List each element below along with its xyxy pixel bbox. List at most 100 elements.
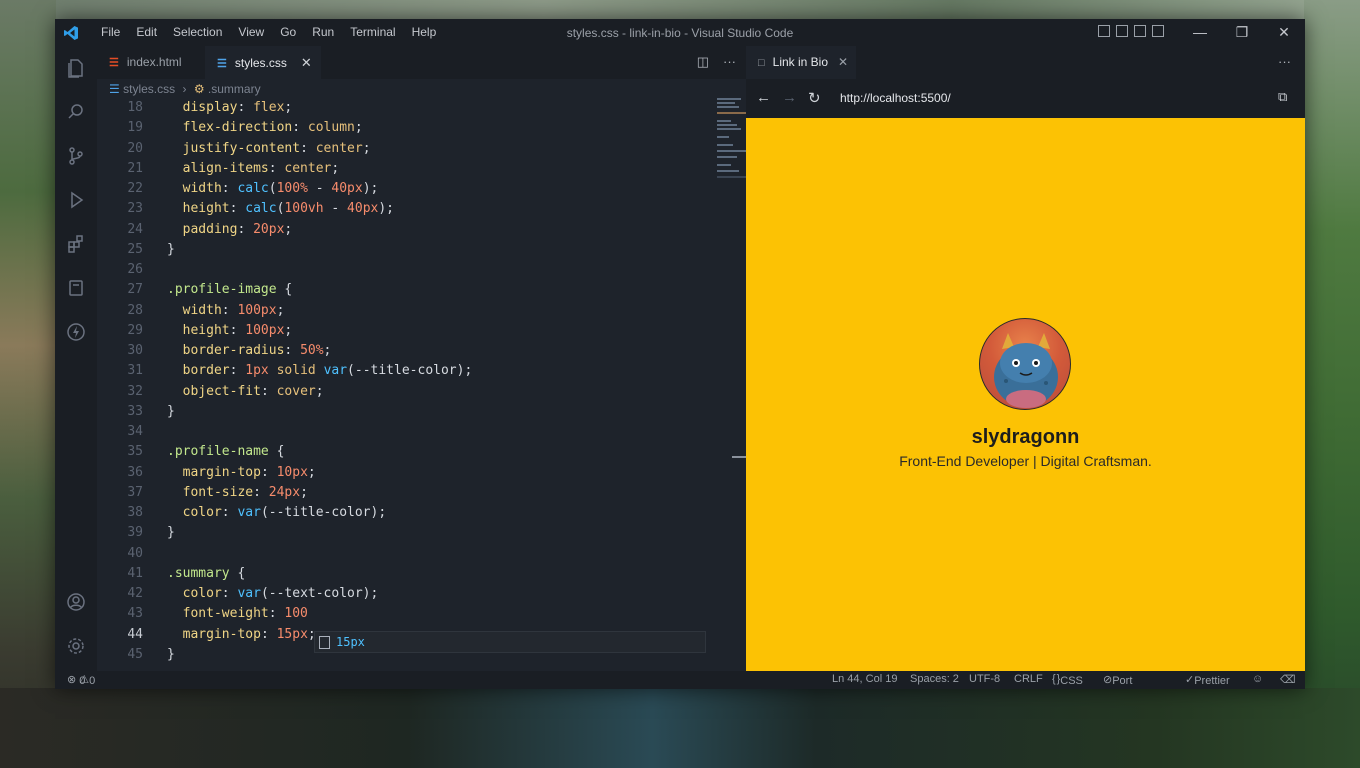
- line-number: 20: [127, 140, 143, 156]
- customize-layout-icon[interactable]: [1152, 25, 1164, 37]
- code-text: }: [167, 646, 175, 662]
- encoding[interactable]: UTF-8: [969, 673, 1000, 685]
- menu-selection[interactable]: Selection: [165, 25, 230, 39]
- close-tab-icon[interactable]: ✕: [301, 55, 312, 70]
- menu-edit[interactable]: Edit: [128, 25, 165, 39]
- minimize-button[interactable]: —: [1180, 19, 1220, 46]
- source-control-icon[interactable]: [66, 146, 86, 166]
- menu-go[interactable]: Go: [272, 25, 304, 39]
- code-line[interactable]: 36 margin-top: 10px;: [97, 463, 677, 483]
- language-mode[interactable]: { } CSS: [1052, 673, 1083, 687]
- code-line[interactable]: 34: [97, 422, 677, 442]
- code-line[interactable]: 37 font-size: 24px;: [97, 483, 677, 503]
- line-number: 35: [127, 444, 143, 460]
- code-line[interactable]: 39}: [97, 523, 677, 543]
- open-in-browser-icon[interactable]: ⧉: [1278, 89, 1287, 105]
- search-icon[interactable]: [66, 102, 86, 122]
- editor-actions: ◫ ···: [697, 54, 736, 70]
- code-line[interactable]: 30 border-radius: 50%;: [97, 341, 677, 361]
- menu-view[interactable]: View: [230, 25, 272, 39]
- back-arrow-icon[interactable]: ←: [756, 89, 771, 106]
- breadcrumb-file[interactable]: styles.css: [123, 82, 175, 96]
- menu-run[interactable]: Run: [304, 25, 342, 39]
- code-line[interactable]: 42 color: var(--text-color);: [97, 584, 677, 604]
- settings-gear-icon[interactable]: [66, 636, 86, 656]
- code-line[interactable]: 33}: [97, 402, 677, 422]
- line-number: 34: [127, 424, 143, 439]
- reload-icon[interactable]: ↻: [808, 89, 821, 107]
- code-line[interactable]: 35 .profile-name {: [97, 442, 677, 462]
- close-button[interactable]: ✕: [1264, 19, 1304, 46]
- menu-terminal[interactable]: Terminal: [342, 25, 403, 39]
- line-number: 39: [127, 525, 143, 541]
- feedback-icon[interactable]: ☺: [1252, 673, 1263, 685]
- code-line[interactable]: 24 padding: 20px;: [97, 220, 677, 240]
- menu-file[interactable]: File: [93, 25, 128, 39]
- line-number: 31: [127, 363, 143, 379]
- notifications-bell-icon[interactable]: ⌫: [1280, 673, 1296, 686]
- line-number: 28: [127, 302, 143, 318]
- line-number: 27: [127, 282, 143, 298]
- code-text: .profile-name {: [167, 444, 285, 460]
- code-text: margin-top: 10px;: [182, 464, 316, 480]
- indentation[interactable]: Spaces: 2: [910, 673, 959, 685]
- toggle-secondary-sidebar-icon[interactable]: [1134, 25, 1146, 37]
- forward-arrow-icon[interactable]: →: [782, 89, 797, 106]
- run-debug-icon[interactable]: [66, 190, 86, 210]
- menu-help[interactable]: Help: [404, 25, 445, 39]
- code-text: }: [167, 241, 175, 257]
- split-editor-icon[interactable]: ◫: [697, 54, 709, 70]
- tab-link-in-bio[interactable]: □ Link in Bio ✕: [746, 46, 856, 79]
- problems-indicator[interactable]: ⊗ 0 ⚠ 0: [67, 673, 95, 687]
- restore-button[interactable]: ❐: [1222, 19, 1262, 46]
- breadcrumb: ☰ styles.css › ⚙ .summary: [109, 82, 261, 96]
- code-line[interactable]: 43 font-weight: 100: [97, 604, 677, 624]
- breadcrumb-symbol[interactable]: .summary: [208, 82, 261, 96]
- prettier-label: Prettier: [1194, 675, 1230, 687]
- code-line[interactable]: 22 width: calc(100% - 40px);: [97, 179, 677, 199]
- code-line[interactable]: 19 flex-direction: column;: [97, 118, 677, 138]
- code-line[interactable]: 18 display: flex;: [97, 98, 677, 118]
- more-actions-icon[interactable]: ···: [1278, 54, 1291, 69]
- live-server-port[interactable]: ⊘ Port : 5500: [1103, 673, 1132, 689]
- wallpaper-right: [1304, 0, 1360, 768]
- tab-label: styles.css: [234, 56, 287, 70]
- code-line[interactable]: 21 align-items: center;: [97, 159, 677, 179]
- remote-explorer-icon[interactable]: [66, 278, 86, 298]
- code-editor[interactable]: 18 display: flex; 19 flex-direction: colu…: [97, 98, 677, 668]
- code-line[interactable]: 23 height: calc(100vh - 40px);: [97, 199, 677, 219]
- preview-tab-label: Link in Bio: [772, 55, 829, 69]
- inline-suggestion[interactable]: 15px: [314, 631, 706, 653]
- code-line[interactable]: 25}: [97, 240, 677, 260]
- code-line[interactable]: 29 height: 100px;: [97, 321, 677, 341]
- code-line[interactable]: 41 .summary {: [97, 564, 677, 584]
- more-actions-icon[interactable]: ···: [723, 54, 736, 70]
- end-of-line[interactable]: CRLF: [1014, 673, 1043, 685]
- close-tab-icon[interactable]: ✕: [838, 55, 848, 69]
- line-number: 41: [127, 565, 143, 581]
- account-icon[interactable]: [66, 592, 86, 612]
- code-line[interactable]: 28 width: 100px;: [97, 301, 677, 321]
- code-line[interactable]: 32 object-fit: cover;: [97, 382, 677, 402]
- code-line[interactable]: 20 justify-content: center;: [97, 139, 677, 159]
- line-number: 19: [127, 120, 143, 136]
- toggle-primary-sidebar-icon[interactable]: [1098, 25, 1110, 37]
- line-number: 43: [127, 606, 143, 622]
- code-line[interactable]: 31 border: 1px solid var(--title-color);: [97, 361, 677, 381]
- cursor-position[interactable]: Ln 44, Col 19: [832, 673, 897, 685]
- tab-index-html[interactable]: ☰ index.html: [97, 46, 199, 79]
- code-line[interactable]: 27 .profile-image {: [97, 280, 677, 300]
- title-bar: File Edit Selection View Go Run Terminal…: [55, 19, 1305, 46]
- code-line[interactable]: 40: [97, 544, 677, 564]
- wallpaper-top: [0, 0, 1360, 20]
- code-line[interactable]: 38 color: var(--title-color);: [97, 503, 677, 523]
- code-line[interactable]: 26: [97, 260, 677, 280]
- address-bar[interactable]: http://localhost:5500/: [840, 91, 951, 105]
- code-text: font-size: 24px;: [182, 484, 308, 500]
- explorer-icon[interactable]: [66, 58, 86, 78]
- thunder-client-icon[interactable]: [66, 322, 86, 342]
- prettier-status[interactable]: ✓ Prettier: [1185, 673, 1230, 687]
- toggle-panel-icon[interactable]: [1116, 25, 1128, 37]
- tab-styles-css[interactable]: ☰ styles.css ✕: [205, 46, 321, 79]
- extensions-icon[interactable]: [66, 234, 86, 254]
